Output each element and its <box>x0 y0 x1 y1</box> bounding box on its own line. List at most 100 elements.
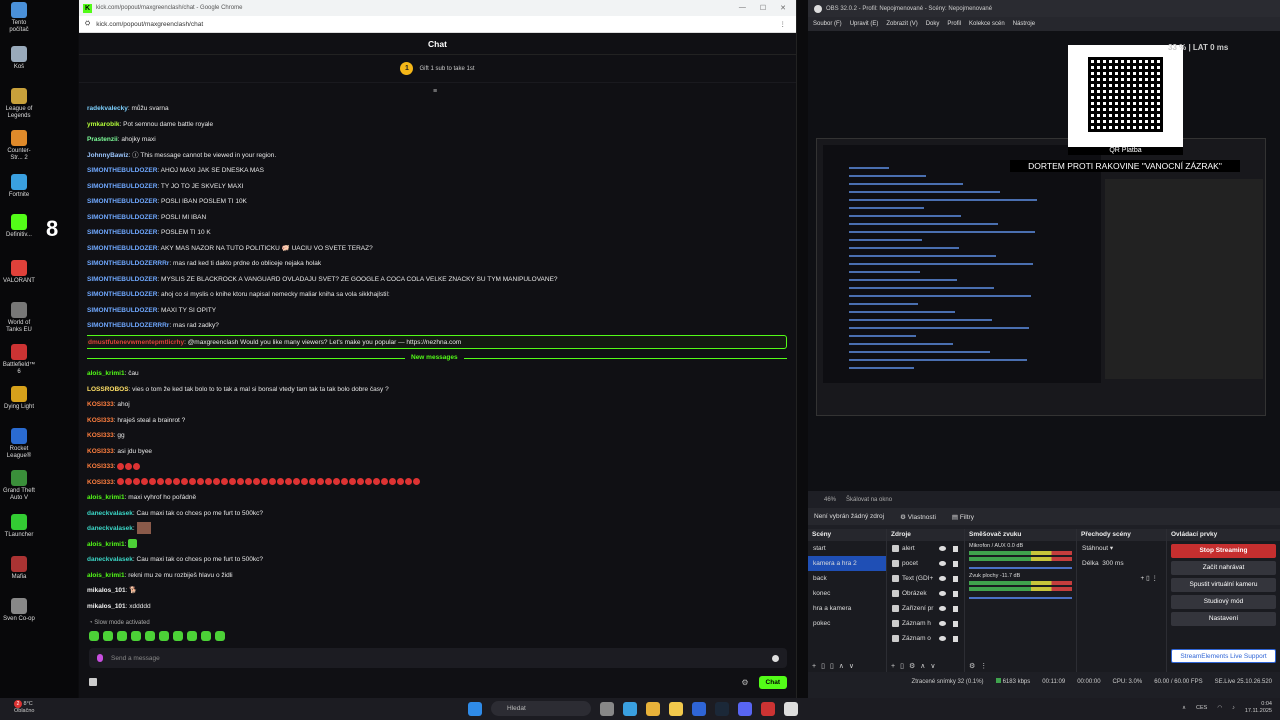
app-icon[interactable] <box>761 701 775 716</box>
desktop-icon[interactable]: Counter-Str... 2 <box>2 130 36 162</box>
steam-icon[interactable] <box>715 701 729 716</box>
control-button[interactable]: Začít nahrávat <box>1171 561 1276 575</box>
chat-username[interactable]: KOSI333 <box>87 417 114 424</box>
volume-slider[interactable] <box>969 597 1072 599</box>
emote-icon[interactable] <box>145 631 155 641</box>
desktop-icon[interactable]: World of Tanks EU <box>2 302 36 334</box>
obs-menu-item[interactable]: Doky <box>926 21 940 27</box>
emote-icon[interactable] <box>187 631 197 641</box>
visibility-eye-icon[interactable] <box>939 621 946 626</box>
control-button[interactable]: Studiový mód <box>1171 595 1276 609</box>
emote-icon[interactable] <box>201 631 211 641</box>
discord-icon[interactable] <box>738 701 752 716</box>
chat-username[interactable]: mikalos_101 <box>87 587 126 594</box>
chat-username[interactable]: SIMONTHEBULDOZER <box>87 167 157 174</box>
emoji-picker-icon[interactable] <box>772 654 779 662</box>
tray-chevron-icon[interactable]: ∧ <box>1182 705 1186 711</box>
maximize-icon[interactable]: ☐ <box>760 4 766 12</box>
more-menu-icon[interactable]: ⋮ <box>780 20 797 28</box>
desktop-icon[interactable]: Koš <box>2 46 36 71</box>
source-item[interactable]: alert <box>887 541 964 556</box>
source-item[interactable]: Záznam h <box>887 616 964 631</box>
control-button[interactable]: Nastavení <box>1171 612 1276 626</box>
source-item[interactable]: Zařízení pr <box>887 601 964 616</box>
scene-item[interactable]: hra a kamera <box>808 601 886 616</box>
obs-menu-item[interactable]: Soubor (F) <box>813 21 842 27</box>
obs-preview[interactable]: QR Platba DORTEM PROTI RAKOVINE "VANOCNÍ… <box>808 31 1280 491</box>
desktop-icon[interactable]: Tento počítač <box>2 2 36 34</box>
emote-icon[interactable] <box>89 631 99 641</box>
lock-icon[interactable] <box>953 635 958 642</box>
chat-username[interactable]: KOSI333 <box>87 448 114 455</box>
scene-item[interactable]: start <box>808 541 886 556</box>
visibility-eye-icon[interactable] <box>939 636 946 641</box>
chat-username[interactable]: daneckvalasek <box>87 510 133 517</box>
zoom-level[interactable]: 46% <box>824 497 836 503</box>
taskbar-search[interactable]: Hledat <box>491 701 591 716</box>
visibility-eye-icon[interactable] <box>939 561 946 566</box>
weather-widget[interactable]: 2 8°C Oblačno <box>14 700 35 715</box>
search-label[interactable]: Hledat <box>507 705 526 712</box>
chat-username[interactable]: SIMONTHEBULDOZER <box>87 229 157 236</box>
obs-icon[interactable] <box>784 701 798 716</box>
chat-username[interactable]: radekvalecky <box>87 105 128 112</box>
desktop-icon[interactable]: Definitiv... <box>2 214 36 239</box>
chat-username[interactable]: KOSI333 <box>87 432 114 439</box>
store-icon[interactable] <box>692 701 706 716</box>
obs-menu-item[interactable]: Kolekce scén <box>969 21 1005 27</box>
duration-value[interactable]: 300 ms <box>1102 560 1123 567</box>
collapse-icon[interactable]: ≡ <box>433 88 437 95</box>
obs-titlebar[interactable]: OBS 32.0.2 - Profil: Nepojmenované - Scé… <box>808 0 1280 17</box>
lock-icon[interactable] <box>953 575 958 582</box>
start-windows-icon[interactable] <box>468 701 482 716</box>
file-explorer-icon[interactable] <box>669 701 683 716</box>
scene-item[interactable]: pokec <box>808 616 886 631</box>
url-text[interactable]: kick.com/popout/maxgreenclash/chat <box>96 21 203 28</box>
wifi-icon[interactable]: ◠ <box>1217 705 1222 711</box>
scene-item[interactable]: konec <box>808 586 886 601</box>
chat-username[interactable]: SIMONTHEBULDOZERRRr <box>87 260 169 267</box>
chat-username[interactable]: SIMONTHEBULDOZER <box>87 291 157 298</box>
emote-icon[interactable] <box>173 631 183 641</box>
mixer-tools[interactable]: ⚙⋮ <box>969 662 992 670</box>
chat-username[interactable]: SIMONTHEBULDOZERRRr <box>87 322 169 329</box>
control-button[interactable]: Stop Streaming <box>1171 544 1276 558</box>
desktop-icon[interactable]: Rocket League® <box>2 428 36 460</box>
chat-username[interactable]: SIMONTHEBULDOZER <box>87 183 157 190</box>
desktop-icon[interactable]: Mafia <box>2 556 36 581</box>
properties-button[interactable]: ⚙ Vlastnosti <box>900 513 936 521</box>
chat-username[interactable]: Prastenzii <box>87 136 118 143</box>
obs-menu-item[interactable]: Profil <box>947 21 961 27</box>
emote-icon[interactable] <box>131 631 141 641</box>
source-item[interactable]: pocet <box>887 556 964 571</box>
obs-menu-item[interactable]: Upravit (E) <box>850 21 879 27</box>
lock-icon[interactable] <box>953 590 958 597</box>
scale-mode[interactable]: Škálovat na okno <box>846 497 892 503</box>
transition-tools[interactable]: + ▯ ⋮ <box>1077 571 1166 586</box>
duration-row[interactable]: Délka 300 ms <box>1077 556 1166 571</box>
chat-username[interactable]: mikalos_101 <box>87 603 126 610</box>
chat-username[interactable]: alois_krimi1 <box>87 370 125 377</box>
emote-icon[interactable] <box>159 631 169 641</box>
chat-username[interactable]: SIMONTHEBULDOZER <box>87 198 157 205</box>
task-view-icon[interactable] <box>600 701 614 716</box>
scene-tools[interactable]: +▯▯∧∨ <box>812 662 859 670</box>
lock-icon[interactable] <box>953 620 958 627</box>
chrome-icon[interactable] <box>646 701 660 716</box>
minimize-icon[interactable]: — <box>739 4 746 12</box>
lock-icon[interactable] <box>953 560 958 567</box>
chat-username[interactable]: KOSI333 <box>87 479 114 486</box>
chat-username[interactable]: SIMONTHEBULDOZER <box>87 245 157 252</box>
source-item[interactable]: Text (GDI+ <box>887 571 964 586</box>
mic-icon[interactable] <box>97 654 103 662</box>
visibility-eye-icon[interactable] <box>939 591 946 596</box>
chat-username[interactable]: SIMONTHEBULDOZER <box>87 276 157 283</box>
chat-username[interactable]: alois_krimi1 <box>87 541 125 548</box>
volume-slider[interactable] <box>969 567 1072 569</box>
obs-menu-item[interactable]: Nástroje <box>1013 21 1035 27</box>
clock[interactable]: 0:04 17.11.2025 <box>1245 701 1272 715</box>
lock-icon[interactable] <box>953 605 958 612</box>
visibility-eye-icon[interactable] <box>939 606 946 611</box>
obs-menu-item[interactable]: Zobrazit (V) <box>886 21 917 27</box>
chat-username[interactable]: daneckvalasek <box>87 525 133 532</box>
